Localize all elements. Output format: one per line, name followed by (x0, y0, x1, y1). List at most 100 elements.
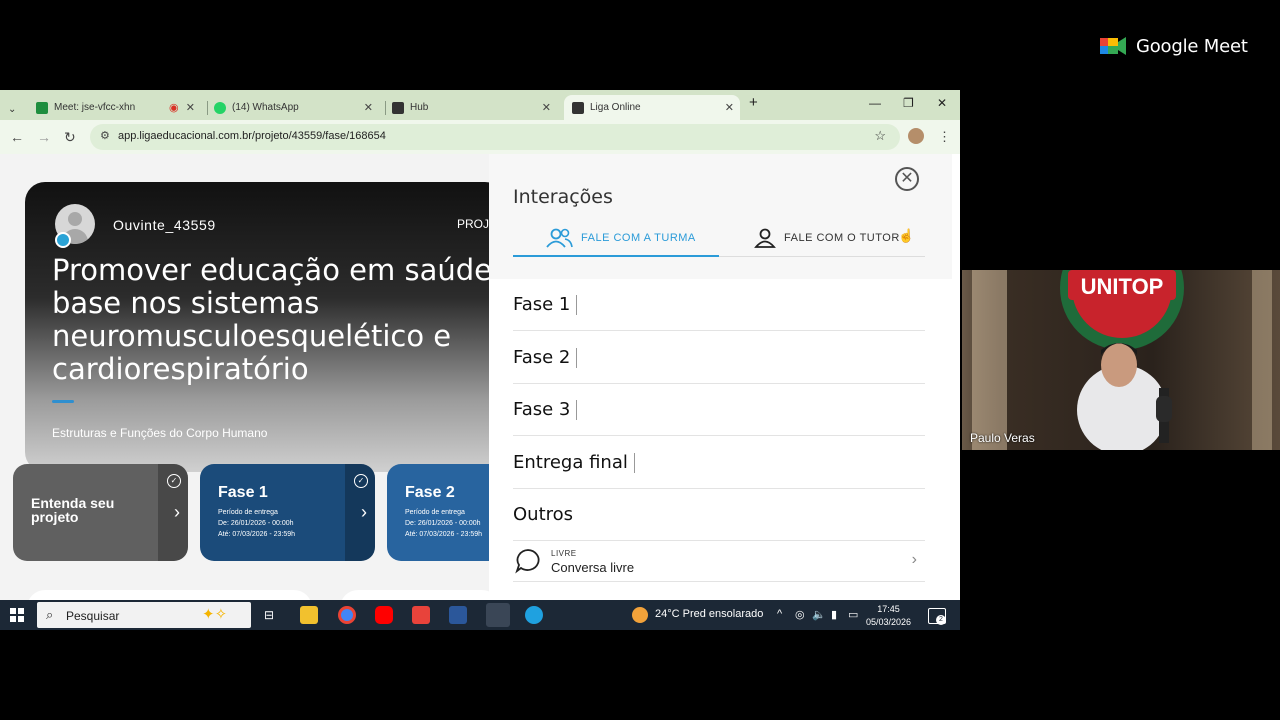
card-title: Fase 2 (405, 484, 455, 501)
restore-icon[interactable]: ❐ (903, 96, 914, 110)
new-tab-icon[interactable]: + (749, 94, 758, 111)
phase-row[interactable]: Fase 2 (513, 331, 925, 384)
free-chat-item[interactable]: LIVRE Conversa livre › (513, 540, 925, 582)
interactions-panel: Interações ✕ FALE COM A TURMA FALE COM O… (489, 154, 960, 630)
reload-icon[interactable]: ↻ (64, 129, 76, 146)
card-period-label: Período de entrega (405, 509, 465, 516)
sparkle-icon: ✦✧ (202, 606, 228, 623)
word-icon[interactable] (449, 606, 467, 624)
card-period-label: Período de entrega (218, 509, 278, 516)
active-tab-indicator (513, 255, 719, 257)
close-icon[interactable]: ✕ (186, 101, 195, 114)
phase-row[interactable]: Fase 1 (513, 278, 925, 331)
browser-window: ⌄ Meet: jse-vfcc-xhn ◉ ✕ (14) WhatsApp ✕… (0, 90, 960, 630)
cursor-hand-icon: ☝ (898, 228, 915, 243)
card-to: Até: 07/03/2026 - 23:59h (405, 531, 483, 538)
meet-tab-icon (36, 101, 48, 114)
window-close-icon[interactable]: ✕ (937, 96, 947, 110)
clock-time: 17:45 (877, 604, 900, 614)
youtube-icon[interactable] (375, 606, 393, 624)
project-label: PROJ (457, 217, 490, 231)
tab-label: FALE COM O TUTOR (784, 232, 900, 244)
site-info-icon[interactable]: ⚙ (100, 129, 110, 142)
weather-icon (632, 607, 648, 623)
chrome-active-icon[interactable] (486, 603, 510, 627)
weather-text[interactable]: 24°C Pred ensolarado (655, 608, 763, 620)
tab-label: (14) WhatsApp (232, 102, 299, 113)
check-icon: ✓ (167, 474, 181, 488)
tab-bar: ⌄ Meet: jse-vfcc-xhn ◉ ✕ (14) WhatsApp ✕… (0, 90, 960, 120)
item-title: Conversa livre (551, 560, 635, 575)
user-name: Ouvinte_43559 (113, 217, 216, 233)
close-icon: ✕ (900, 170, 914, 187)
card-to: Até: 07/03/2026 - 23:59h (218, 531, 296, 538)
taskbar: ⌕ Pesquisar ✦✧ ⊟ 24°C Pred ensolarado ^ … (0, 600, 960, 630)
taskbar-search[interactable]: ⌕ Pesquisar ✦✧ (37, 602, 251, 628)
phase-1-card[interactable]: Fase 1 Período de entrega De: 26/01/2026… (200, 464, 375, 561)
notification-count: 2 (936, 615, 946, 625)
page-content: Ouvinte_43559 PROJ Promover educação em … (0, 154, 960, 630)
address-bar: ← → ↻ ⚙ app.ligaeducacional.com.br/proje… (0, 120, 960, 154)
file-explorer-icon[interactable] (300, 606, 318, 624)
title-accent (52, 400, 74, 403)
anydesk-icon[interactable] (412, 606, 430, 624)
close-icon[interactable]: ✕ (364, 101, 373, 114)
show-hidden-icons[interactable]: ^ (777, 608, 782, 620)
others-heading: Outros (513, 504, 574, 525)
meet-now-icon[interactable]: ◎ (795, 608, 805, 621)
system-clock[interactable]: 17:45 05/03/2026 (866, 603, 911, 629)
phase-label: Fase 1 (513, 294, 571, 315)
tab-fale-com-o-tutor[interactable]: FALE COM O TUTOR (754, 228, 900, 248)
chrome-icon[interactable] (338, 606, 356, 624)
google-meet-logo-icon (1100, 34, 1126, 58)
card-title: Entenda seu projeto (31, 495, 115, 525)
panel-header (489, 154, 952, 279)
search-icon: ⌕ (46, 607, 54, 622)
understand-project-card[interactable]: Entenda seu projeto ✓ › (13, 464, 188, 561)
network-icon[interactable]: ▭ (848, 608, 858, 621)
card-from: De: 26/01/2026 - 00:00h (405, 520, 481, 527)
volume-icon[interactable]: 🔈 (812, 608, 826, 621)
chevron-down-icon: ⌄ (8, 104, 17, 115)
card-title: Fase 1 (218, 484, 268, 501)
card-from: De: 26/01/2026 - 00:00h (218, 520, 294, 527)
phase-row[interactable]: Entrega final (513, 436, 925, 489)
badge-icon (55, 232, 71, 248)
svg-text:UNITOP: UNITOP (1081, 274, 1164, 299)
bookmark-star-icon[interactable]: ☆ (874, 128, 886, 144)
check-icon: ✓ (354, 474, 368, 488)
tab-fale-com-a-turma[interactable]: FALE COM A TURMA (545, 228, 696, 248)
tab-meet[interactable]: Meet: jse-vfcc-xhn ◉ ✕ (36, 95, 201, 120)
back-icon[interactable]: ← (10, 129, 24, 145)
phase-label: Fase 3 (513, 399, 571, 420)
tab-label: Meet: jse-vfcc-xhn (54, 102, 136, 113)
phase-label: Fase 2 (513, 347, 571, 368)
chevron-right-icon: › (361, 502, 367, 522)
person-icon (754, 228, 776, 248)
angular-icon (392, 101, 404, 114)
minimize-icon[interactable]: — (869, 96, 881, 110)
tab-whatsapp[interactable]: (14) WhatsApp ✕ (214, 95, 379, 120)
tab-liga-online[interactable]: Liga Online ✕ (564, 95, 740, 120)
forward-icon[interactable]: → (37, 129, 51, 145)
microphone-icon[interactable]: ▮ (831, 608, 837, 621)
url-field[interactable]: ⚙ app.ligaeducacional.com.br/projeto/435… (90, 124, 900, 150)
task-view-icon[interactable]: ⊟ (264, 608, 274, 622)
phase-row[interactable]: Fase 3 (513, 383, 925, 436)
edge-icon[interactable] (525, 606, 543, 624)
profile-avatar[interactable] (908, 128, 924, 144)
close-panel-button[interactable]: ✕ (895, 167, 919, 191)
chevron-right-icon: › (174, 502, 180, 522)
close-icon[interactable]: ✕ (542, 101, 551, 114)
windows-start-icon[interactable] (10, 608, 24, 622)
menu-dots-icon[interactable]: ⋮ (938, 129, 951, 145)
clock-date: 05/03/2026 (866, 617, 912, 627)
tab-label: Liga Online (590, 102, 641, 113)
tab-search-button[interactable]: ⌄ (8, 97, 22, 122)
chevron-right-icon: › (911, 551, 917, 568)
angular-icon (572, 101, 584, 114)
tab-hub[interactable]: Hub ✕ (392, 95, 557, 120)
google-meet-label: Google Meet (1136, 35, 1248, 57)
close-icon[interactable]: ✕ (725, 101, 734, 114)
project-subtitle: Estruturas e Funções do Corpo Humano (52, 426, 268, 440)
